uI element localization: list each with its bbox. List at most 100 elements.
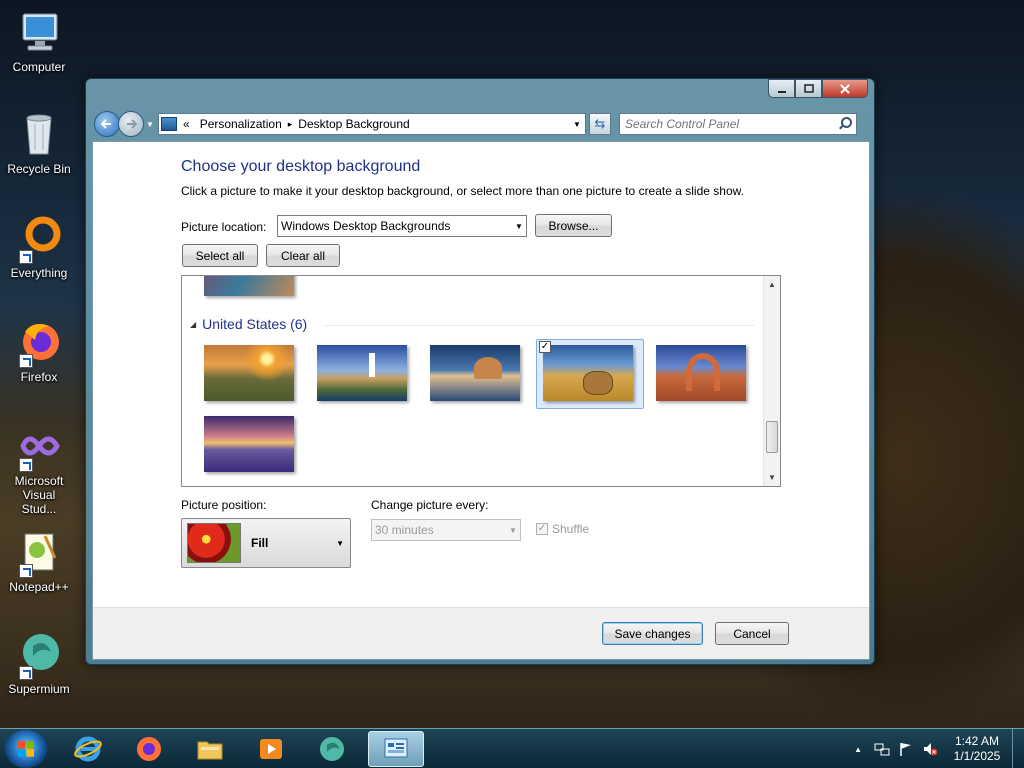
maximize-button[interactable]	[795, 79, 822, 98]
shortcut-arrow-icon	[19, 666, 33, 680]
position-preview-thumbnail	[187, 523, 241, 563]
thumbnail-lighthouse-coast[interactable]	[317, 345, 407, 401]
address-dropdown[interactable]: ▼	[569, 120, 585, 129]
recycle-bin-icon	[15, 110, 63, 158]
forward-arrow-icon	[127, 119, 137, 129]
picture-position-select[interactable]: Fill ▼	[181, 518, 351, 568]
desktop-icon-notepadpp[interactable]: Notepad++	[4, 528, 74, 594]
recent-pages-dropdown[interactable]: ▼	[146, 120, 156, 129]
taskbar-supermium[interactable]	[304, 731, 360, 767]
clock[interactable]: 1:42 AM 1/1/2025	[942, 734, 1012, 764]
thumbnail-delicate-arch[interactable]	[656, 345, 746, 401]
taskbar-firefox[interactable]	[121, 731, 177, 767]
caption-buttons	[768, 79, 868, 98]
change-interval-select[interactable]: 30 minutes ▼	[371, 519, 521, 541]
collapse-triangle-icon[interactable]: ◢	[190, 320, 196, 329]
lighthouse-shape	[369, 353, 375, 377]
desktop-icon-label: Microsoft Visual Stud...	[14, 474, 64, 516]
breadcrumb-separator[interactable]: ▸	[288, 119, 293, 130]
desktop-icon-label: Supermium	[8, 682, 70, 696]
close-button[interactable]	[822, 79, 868, 98]
desktop-icon-computer[interactable]: Computer	[4, 8, 74, 74]
address-bar[interactable]: « Personalization ▸ Desktop Background ▼	[158, 113, 586, 135]
notepadpp-icon	[15, 528, 63, 578]
page-description: Click a picture to make it your desktop …	[181, 184, 744, 198]
shortcut-arrow-icon	[19, 564, 33, 578]
refresh-icon: ⇆	[594, 116, 606, 131]
thumbnail-sunset-fields[interactable]	[204, 345, 294, 401]
shuffle-label: Shuffle	[552, 522, 590, 536]
taskbar-control-panel[interactable]	[368, 731, 424, 767]
desktop-icon-recycle-bin[interactable]: Recycle Bin	[4, 110, 74, 176]
system-tray: ▲ 1:42 AM 1/1/2025	[854, 729, 1024, 768]
thumbnail-previous-group[interactable]	[204, 276, 294, 296]
internet-explorer-icon	[74, 736, 102, 762]
supermium-icon	[15, 630, 63, 680]
desktop-icon-firefox[interactable]: Firefox	[4, 318, 74, 384]
desktop-icon-label: Notepad++	[9, 580, 69, 594]
picture-gallery: ◢ United States (6) ✓ ▲ ▼	[181, 275, 781, 487]
chevron-down-icon: ▼	[336, 538, 344, 548]
thumbnail-hay-bale-field[interactable]	[543, 345, 633, 401]
breadcrumb-desktop-background[interactable]: Desktop Background	[298, 117, 409, 131]
clear-all-button[interactable]: Clear all	[266, 244, 340, 267]
taskbar: ▲ 1:42 AM 1/1/2025	[0, 728, 1024, 768]
search-icon[interactable]	[838, 117, 852, 131]
picture-location-label: Picture location:	[181, 220, 267, 234]
page-title: Choose your desktop background	[181, 158, 421, 175]
thumbnail-checkbox[interactable]: ✓	[539, 341, 551, 353]
volume-muted-icon[interactable]	[922, 741, 938, 757]
scrollbar-thumb[interactable]	[766, 421, 778, 453]
taskbar-file-explorer[interactable]	[182, 731, 238, 767]
dialog-footer: Save changes Cancel	[93, 607, 869, 659]
cancel-button[interactable]: Cancel	[715, 622, 789, 645]
gallery-scrollbar[interactable]: ▲ ▼	[763, 276, 780, 486]
back-button[interactable]	[94, 111, 120, 137]
breadcrumb-personalization[interactable]: Personalization	[200, 117, 282, 131]
group-header[interactable]: ◢ United States (6)	[190, 316, 307, 332]
shortcut-arrow-icon	[19, 250, 33, 264]
taskbar-media-player[interactable]	[243, 731, 299, 767]
rock-shape	[474, 357, 502, 379]
save-changes-button[interactable]: Save changes	[602, 622, 703, 645]
search-input[interactable]	[625, 117, 837, 131]
picture-location-select[interactable]: Windows Desktop Backgrounds ▼	[277, 215, 527, 237]
change-picture-label: Change picture every:	[371, 498, 489, 512]
desktop-icon-label: Firefox	[20, 370, 58, 384]
control-panel-icon	[384, 738, 408, 758]
browse-button[interactable]: Browse...	[535, 214, 612, 237]
everything-icon	[15, 214, 63, 264]
picture-location-value: Windows Desktop Backgrounds	[281, 219, 451, 233]
search-box[interactable]	[619, 113, 857, 135]
maximize-icon	[803, 83, 814, 93]
start-button[interactable]	[4, 730, 48, 768]
shuffle-checkbox[interactable]: ✓	[536, 523, 548, 535]
show-desktop-button[interactable]	[1012, 729, 1024, 768]
media-player-icon	[260, 739, 282, 759]
address-root[interactable]: «	[183, 117, 190, 131]
forward-button[interactable]	[118, 111, 144, 137]
minimize-icon	[777, 90, 786, 93]
action-center-flag-icon[interactable]	[898, 741, 914, 757]
supermium-icon	[320, 737, 344, 761]
arch-shape	[686, 353, 720, 391]
clock-date: 1/1/2025	[953, 749, 1001, 763]
hay-bale-shape	[583, 371, 613, 395]
scroll-down-arrow-icon[interactable]: ▼	[764, 469, 780, 486]
scroll-up-arrow-icon[interactable]: ▲	[764, 276, 780, 293]
thumbnail-rock-lake[interactable]	[430, 345, 520, 401]
select-all-button[interactable]: Select all	[182, 244, 258, 267]
refresh-button[interactable]: ⇆	[589, 113, 611, 135]
back-arrow-icon	[101, 119, 111, 129]
network-icon[interactable]	[874, 741, 890, 757]
thumbnail-flower-valley-lake[interactable]	[204, 416, 294, 472]
show-hidden-icons-arrow[interactable]: ▲	[854, 745, 862, 754]
taskbar-internet-explorer[interactable]	[60, 731, 116, 767]
desktop-icon-supermium[interactable]: Supermium	[4, 630, 74, 696]
desktop-icon-everything[interactable]: Everything	[4, 214, 74, 280]
desktop-icon-visual-studio[interactable]: Microsoft Visual Stud...	[4, 422, 74, 516]
picture-position-label: Picture position:	[181, 498, 267, 512]
chevron-down-icon: ▼	[515, 221, 523, 231]
minimize-button[interactable]	[768, 79, 795, 98]
firefox-icon	[15, 318, 63, 368]
